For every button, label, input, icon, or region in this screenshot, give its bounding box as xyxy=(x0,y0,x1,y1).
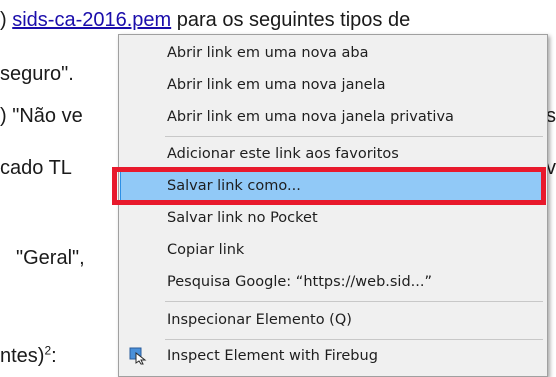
certificate-link[interactable]: sids-ca-2016.pem xyxy=(12,9,171,31)
menu-item-open-private-window[interactable]: Abrir link em uma nova janela privativa xyxy=(121,102,545,132)
doc-line-5: "Geral", xyxy=(16,247,85,269)
menu-item-open-new-tab[interactable]: Abrir link em uma nova aba xyxy=(121,38,545,68)
doc-line-1: ) sids-ca-2016.pem para os seguintes tip… xyxy=(0,8,410,32)
menu-separator xyxy=(165,339,543,340)
doc-line-6-main: ntes) xyxy=(0,345,45,367)
menu-separator xyxy=(165,301,543,302)
menu-item-copy-link[interactable]: Copiar link xyxy=(121,235,545,265)
doc-line-6-after: : xyxy=(51,345,57,367)
doc-line-6: ntes)2: xyxy=(0,344,57,368)
menu-item-bookmark-link[interactable]: Adicionar este link aos favoritos xyxy=(121,139,545,169)
firebug-inspect-icon xyxy=(129,347,147,365)
menu-item-inspect-firebug[interactable]: Inspect Element with Firebug xyxy=(121,341,545,371)
doc-line-2: seguro". xyxy=(0,63,74,85)
menu-item-open-new-window[interactable]: Abrir link em uma nova janela xyxy=(121,70,545,100)
menu-item-inspect-firebug-label: Inspect Element with Firebug xyxy=(167,348,378,364)
menu-item-save-link-as[interactable]: Salvar link como... xyxy=(120,170,546,202)
menu-item-inspect-element[interactable]: Inspecionar Elemento (Q) xyxy=(121,305,545,335)
doc-line-4: cado TL xyxy=(0,157,72,179)
menu-item-save-to-pocket[interactable]: Salvar link no Pocket xyxy=(121,203,545,233)
doc-line-3: ) "Não ve xyxy=(0,105,83,127)
menu-item-google-search[interactable]: Pesquisa Google: “https://web.sid...” xyxy=(121,267,545,297)
link-context-menu: Abrir link em uma nova aba Abrir link em… xyxy=(118,34,548,377)
doc-line-1-suffix: para os seguintes tipos de xyxy=(171,9,411,31)
doc-line-1-prefix: ) xyxy=(0,9,13,31)
menu-separator xyxy=(165,136,543,137)
